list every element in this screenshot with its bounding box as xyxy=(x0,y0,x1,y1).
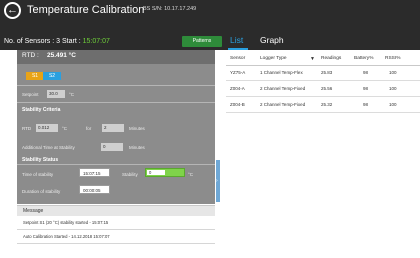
setpoint-s2-button[interactable]: S2 xyxy=(43,72,61,80)
chevron-right-icon[interactable]: › xyxy=(216,178,218,184)
setpoint-unit: °C xyxy=(69,92,75,97)
setpoint-field[interactable]: 30.0 xyxy=(47,90,65,98)
rtd-criteria-label: RTD xyxy=(22,126,32,131)
message-header-label: Message xyxy=(23,208,44,214)
cell-logger-type: 2 Channel Temp-Fixed xyxy=(260,86,306,91)
table-row[interactable]: Z004-B 2 Channel Temp-Fixed 25.32 98 100 xyxy=(226,98,420,113)
sensor-count: No. of Sensors : 3 Start : 15:07:07 xyxy=(4,38,110,45)
rtd-criteria-field[interactable]: 0.012 xyxy=(36,124,58,132)
list-item: Setpoint S1 (20 °C) stability started - … xyxy=(17,216,215,230)
cell-rssi: 100 xyxy=(389,86,397,91)
column-header-battery[interactable]: Battery% xyxy=(354,56,373,61)
cell-logger-type: 2 Channel Temp-Fixed xyxy=(260,102,306,107)
message-text: Auto Calibration Started - 14.12.2018 15… xyxy=(23,234,110,239)
column-header-readings[interactable]: Readings xyxy=(321,56,341,61)
cell-reading: 25.83 xyxy=(321,70,333,75)
setpoint-label: Setpoint xyxy=(22,92,39,97)
column-header-rssi[interactable]: RSSI% xyxy=(385,56,400,61)
divider xyxy=(17,102,215,103)
column-header-sensor[interactable]: Sensor xyxy=(230,56,245,61)
cell-battery: 98 xyxy=(363,70,369,75)
cell-logger-type: 1 Channel Temp-Flex xyxy=(260,70,303,75)
duration-label: Duration of stability xyxy=(22,189,61,194)
tab-list[interactable]: List xyxy=(230,35,243,45)
cell-reading: 25.56 xyxy=(321,86,333,91)
filter-icon[interactable]: ▼ xyxy=(310,56,315,62)
cell-sensor: Z004-B xyxy=(230,102,245,107)
cell-reading: 25.32 xyxy=(321,102,333,107)
duration-field: 00:00:05 xyxy=(79,185,110,194)
active-tab-indicator xyxy=(228,48,248,50)
stability-unit: °C xyxy=(188,172,194,177)
stability-criteria-title: Stability Criteria xyxy=(22,107,61,113)
cell-battery: 98 xyxy=(363,102,369,107)
additional-time-label: Additional Time at Stability xyxy=(22,145,75,150)
back-arrow-icon[interactable]: ← xyxy=(4,2,21,19)
time-of-stability-label: Time of stability xyxy=(22,172,54,177)
cell-sensor: YZ75-A xyxy=(230,70,246,75)
message-text: Setpoint S1 (20 °C) stability started - … xyxy=(23,220,109,225)
rtd-criteria-unit: °C xyxy=(62,126,68,131)
table-row[interactable]: Z004-A 2 Channel Temp-Fixed 25.56 98 100 xyxy=(226,82,420,97)
rtd-value: 25.491 °C xyxy=(47,52,76,59)
cell-rssi: 100 xyxy=(389,102,397,107)
serial-number: BS S/N: 10.17.17.249 xyxy=(143,6,197,12)
setpoint-s1-button[interactable]: S1 xyxy=(26,72,44,80)
additional-time-field[interactable]: 0 xyxy=(101,143,123,151)
patterns-button[interactable]: Patterns xyxy=(182,36,222,47)
header-bar: ← Temperature Calibration BS S/N: 10.17.… xyxy=(0,0,420,50)
start-time: 15:07:07 xyxy=(82,38,110,45)
minutes-label-2: Minutes xyxy=(129,145,145,150)
table-row[interactable]: YZ75-A 1 Channel Temp-Flex 25.83 98 100 xyxy=(226,66,420,81)
tab-graph[interactable]: Graph xyxy=(260,35,284,45)
page-title: Temperature Calibration xyxy=(27,4,145,16)
stability-label: Stability xyxy=(122,172,138,177)
table-header: Sensor Logger Type ▼ Readings Battery% R… xyxy=(226,53,420,66)
time-of-stability-field: 15:07:15 xyxy=(79,168,110,177)
divider xyxy=(17,164,215,165)
stability-status-title: Stability Status xyxy=(22,157,59,163)
rtd-label: RTD : xyxy=(22,52,39,59)
stability-value: 0 xyxy=(149,170,152,175)
stability-field: 0 xyxy=(145,168,185,177)
column-header-logger-type[interactable]: Logger Type xyxy=(260,56,287,61)
minutes-label: Minutes xyxy=(129,126,145,131)
cell-rssi: 100 xyxy=(389,70,397,75)
cell-sensor: Z004-A xyxy=(230,86,245,91)
app-window: ← Temperature Calibration BS S/N: 10.17.… xyxy=(0,0,420,258)
divider xyxy=(17,85,215,86)
list-item: Auto Calibration Started - 14.12.2018 15… xyxy=(17,230,215,244)
cell-battery: 98 xyxy=(363,86,369,91)
for-label: for xyxy=(86,126,92,131)
start-label: Start : xyxy=(61,38,81,45)
for-field[interactable]: 2 xyxy=(102,124,124,132)
sensors-label: No. of Sensors : 3 xyxy=(4,38,61,45)
